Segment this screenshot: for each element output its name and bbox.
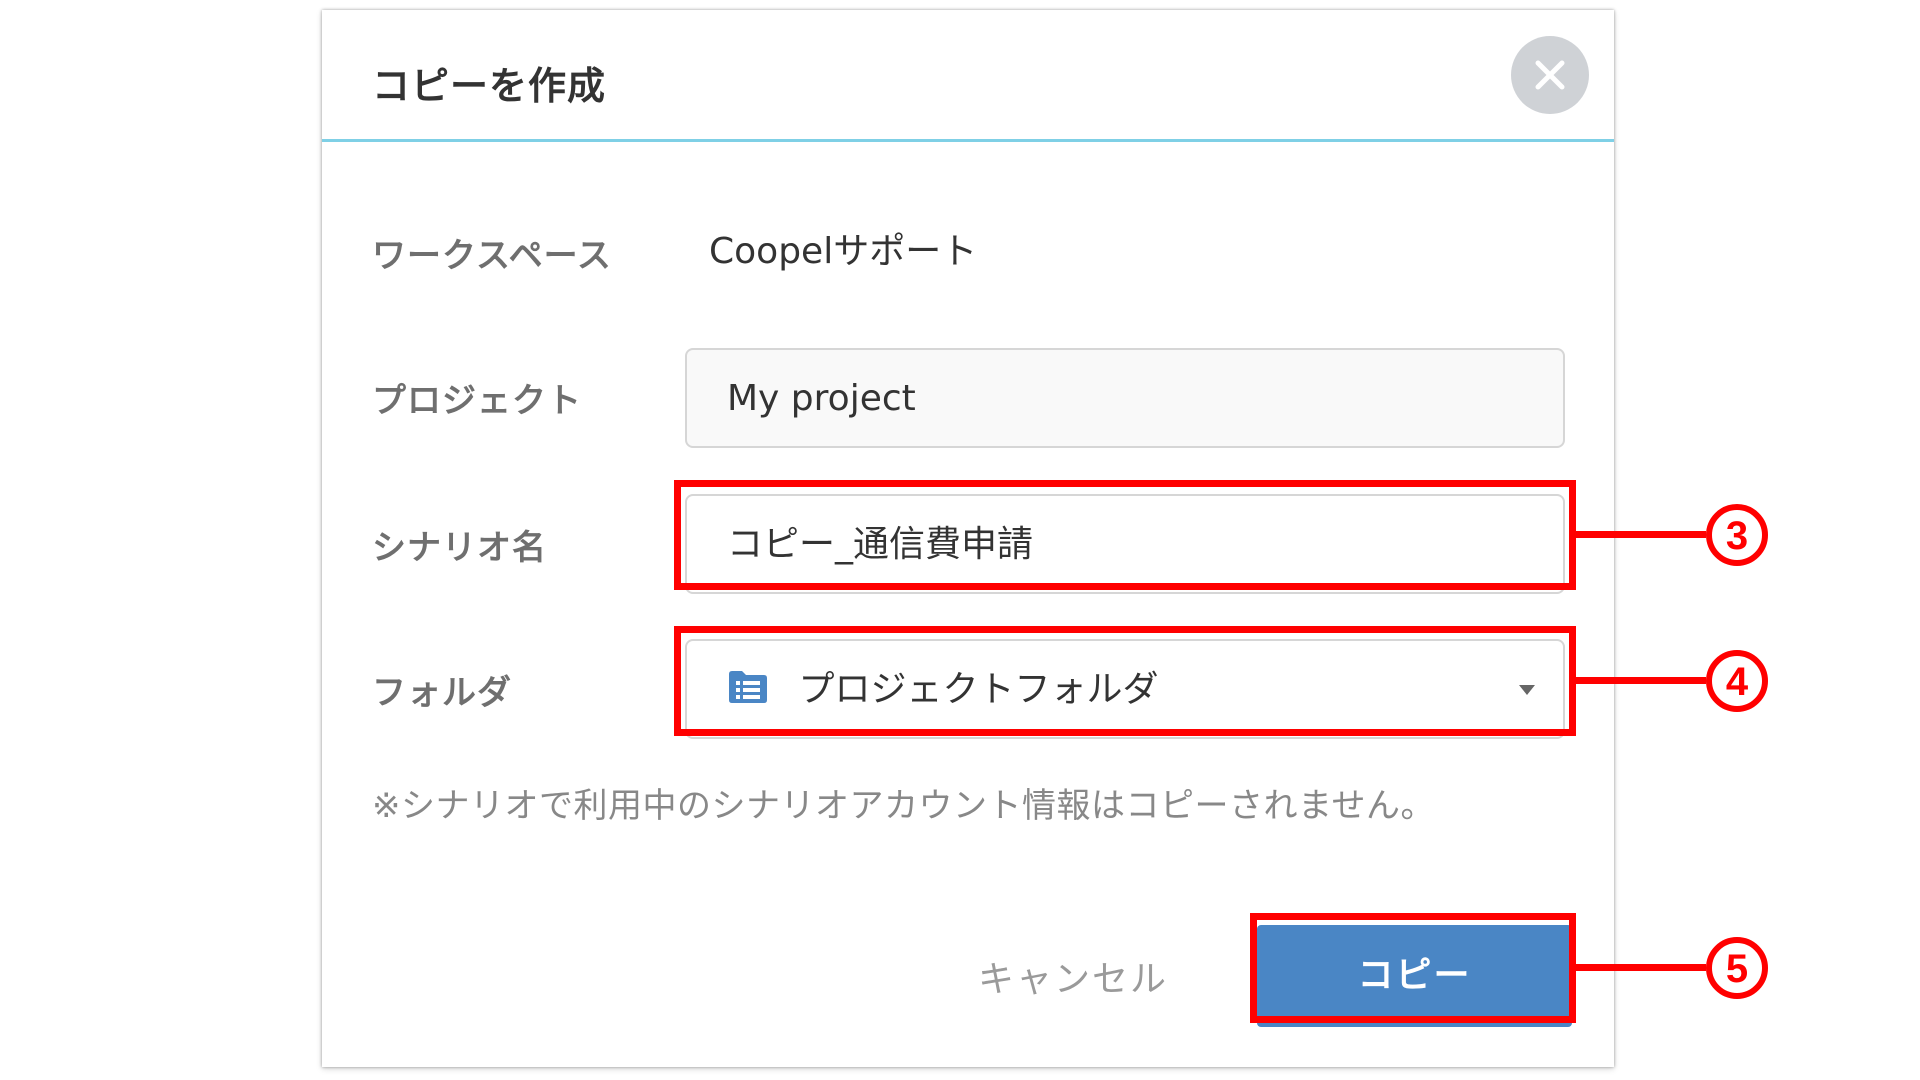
folder-value: プロジェクトフォルダ <box>798 669 1159 710</box>
callout-line-5 <box>1576 964 1706 971</box>
scenario-name-input[interactable]: コピー_通信費申請 <box>685 494 1565 594</box>
project-label: プロジェクト <box>372 381 582 421</box>
scenario-name-label: シナリオ名 <box>372 528 547 568</box>
callout-number-5: 5 <box>1706 937 1768 999</box>
workspace-value: Coopelサポート <box>709 231 978 272</box>
cancel-button[interactable]: キャンセル <box>978 950 1168 1002</box>
dialog-title: コピーを作成 <box>372 64 607 108</box>
workspace-label: ワークスペース <box>372 236 612 276</box>
copy-dialog: コピーを作成 ワークスペース Coopelサポート プロジェクト My proj… <box>322 10 1614 1067</box>
scenario-name-value: コピー_通信費申請 <box>727 524 1034 565</box>
callout-number-3: 3 <box>1706 504 1768 566</box>
folder-label: フォルダ <box>372 673 512 713</box>
callout-line-4 <box>1576 677 1706 684</box>
callout-line-3 <box>1576 531 1706 538</box>
close-button[interactable] <box>1511 36 1589 114</box>
copy-note: ※シナリオで利用中のシナリオアカウント情報はコピーされません。 <box>372 786 1435 826</box>
callout-number-4: 4 <box>1706 650 1768 712</box>
chevron-down-icon <box>1519 685 1535 695</box>
folder-list-icon <box>729 671 767 703</box>
project-value: My project <box>727 378 916 419</box>
copy-button[interactable]: コピー <box>1257 925 1572 1027</box>
folder-select[interactable]: プロジェクトフォルダ <box>685 639 1565 739</box>
close-icon <box>1535 60 1565 90</box>
dialog-header: コピーを作成 <box>322 10 1614 142</box>
project-field: My project <box>685 348 1565 448</box>
